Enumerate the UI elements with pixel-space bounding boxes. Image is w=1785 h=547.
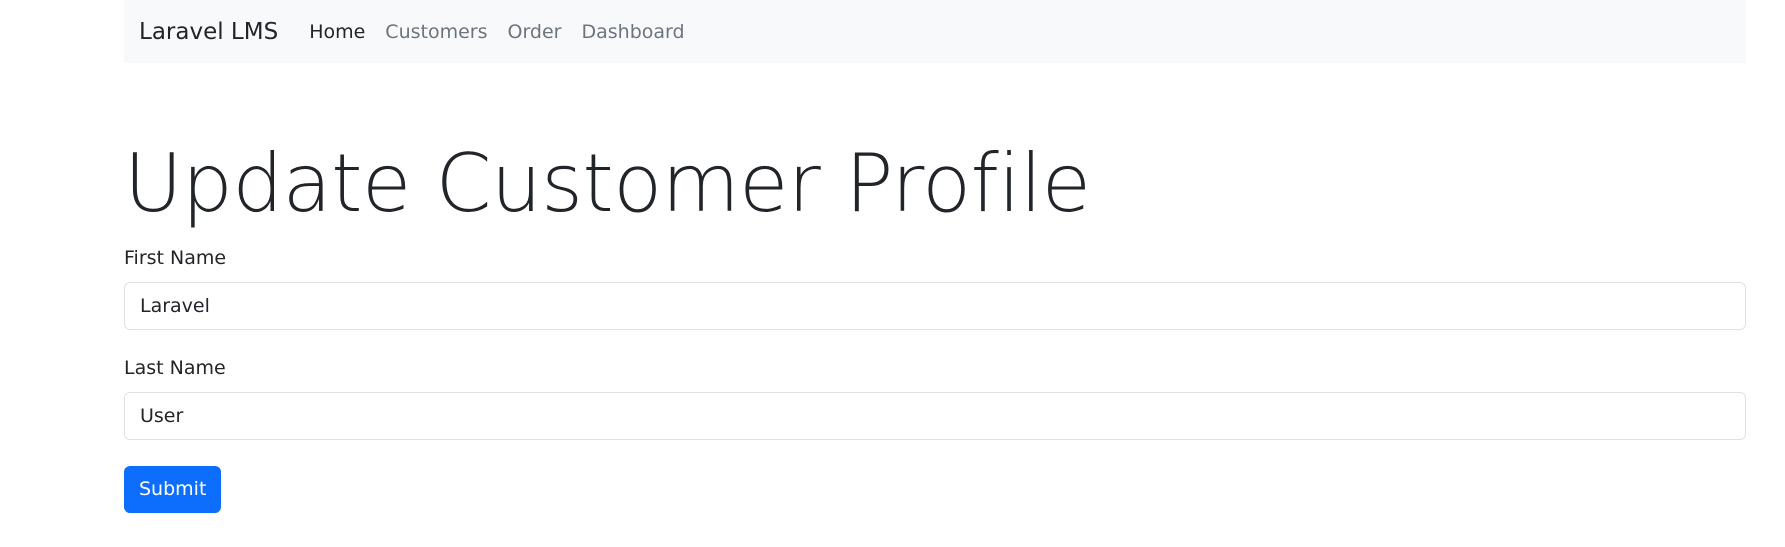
- navbar-brand[interactable]: Laravel LMS: [139, 19, 278, 45]
- page-title: Update Customer Profile: [124, 137, 1091, 230]
- page-container: Laravel LMS Home Customers Order Dashboa…: [124, 0, 1746, 513]
- first-name-label: First Name: [124, 247, 227, 269]
- nav-link-order[interactable]: Order: [508, 21, 562, 43]
- nav-link-dashboard[interactable]: Dashboard: [582, 21, 685, 43]
- nav-link-customers[interactable]: Customers: [385, 21, 487, 43]
- last-name-label: Last Name: [124, 357, 226, 379]
- last-name-input[interactable]: [124, 392, 1746, 440]
- first-name-input[interactable]: [124, 282, 1746, 330]
- customer-profile-form: First Name Last Name Submit: [124, 246, 1746, 513]
- first-name-group: First Name: [124, 246, 1746, 330]
- submit-button[interactable]: Submit: [124, 466, 222, 513]
- nav-link-home[interactable]: Home: [309, 21, 365, 43]
- last-name-group: Last Name: [124, 356, 1746, 440]
- navbar: Laravel LMS Home Customers Order Dashboa…: [124, 0, 1746, 63]
